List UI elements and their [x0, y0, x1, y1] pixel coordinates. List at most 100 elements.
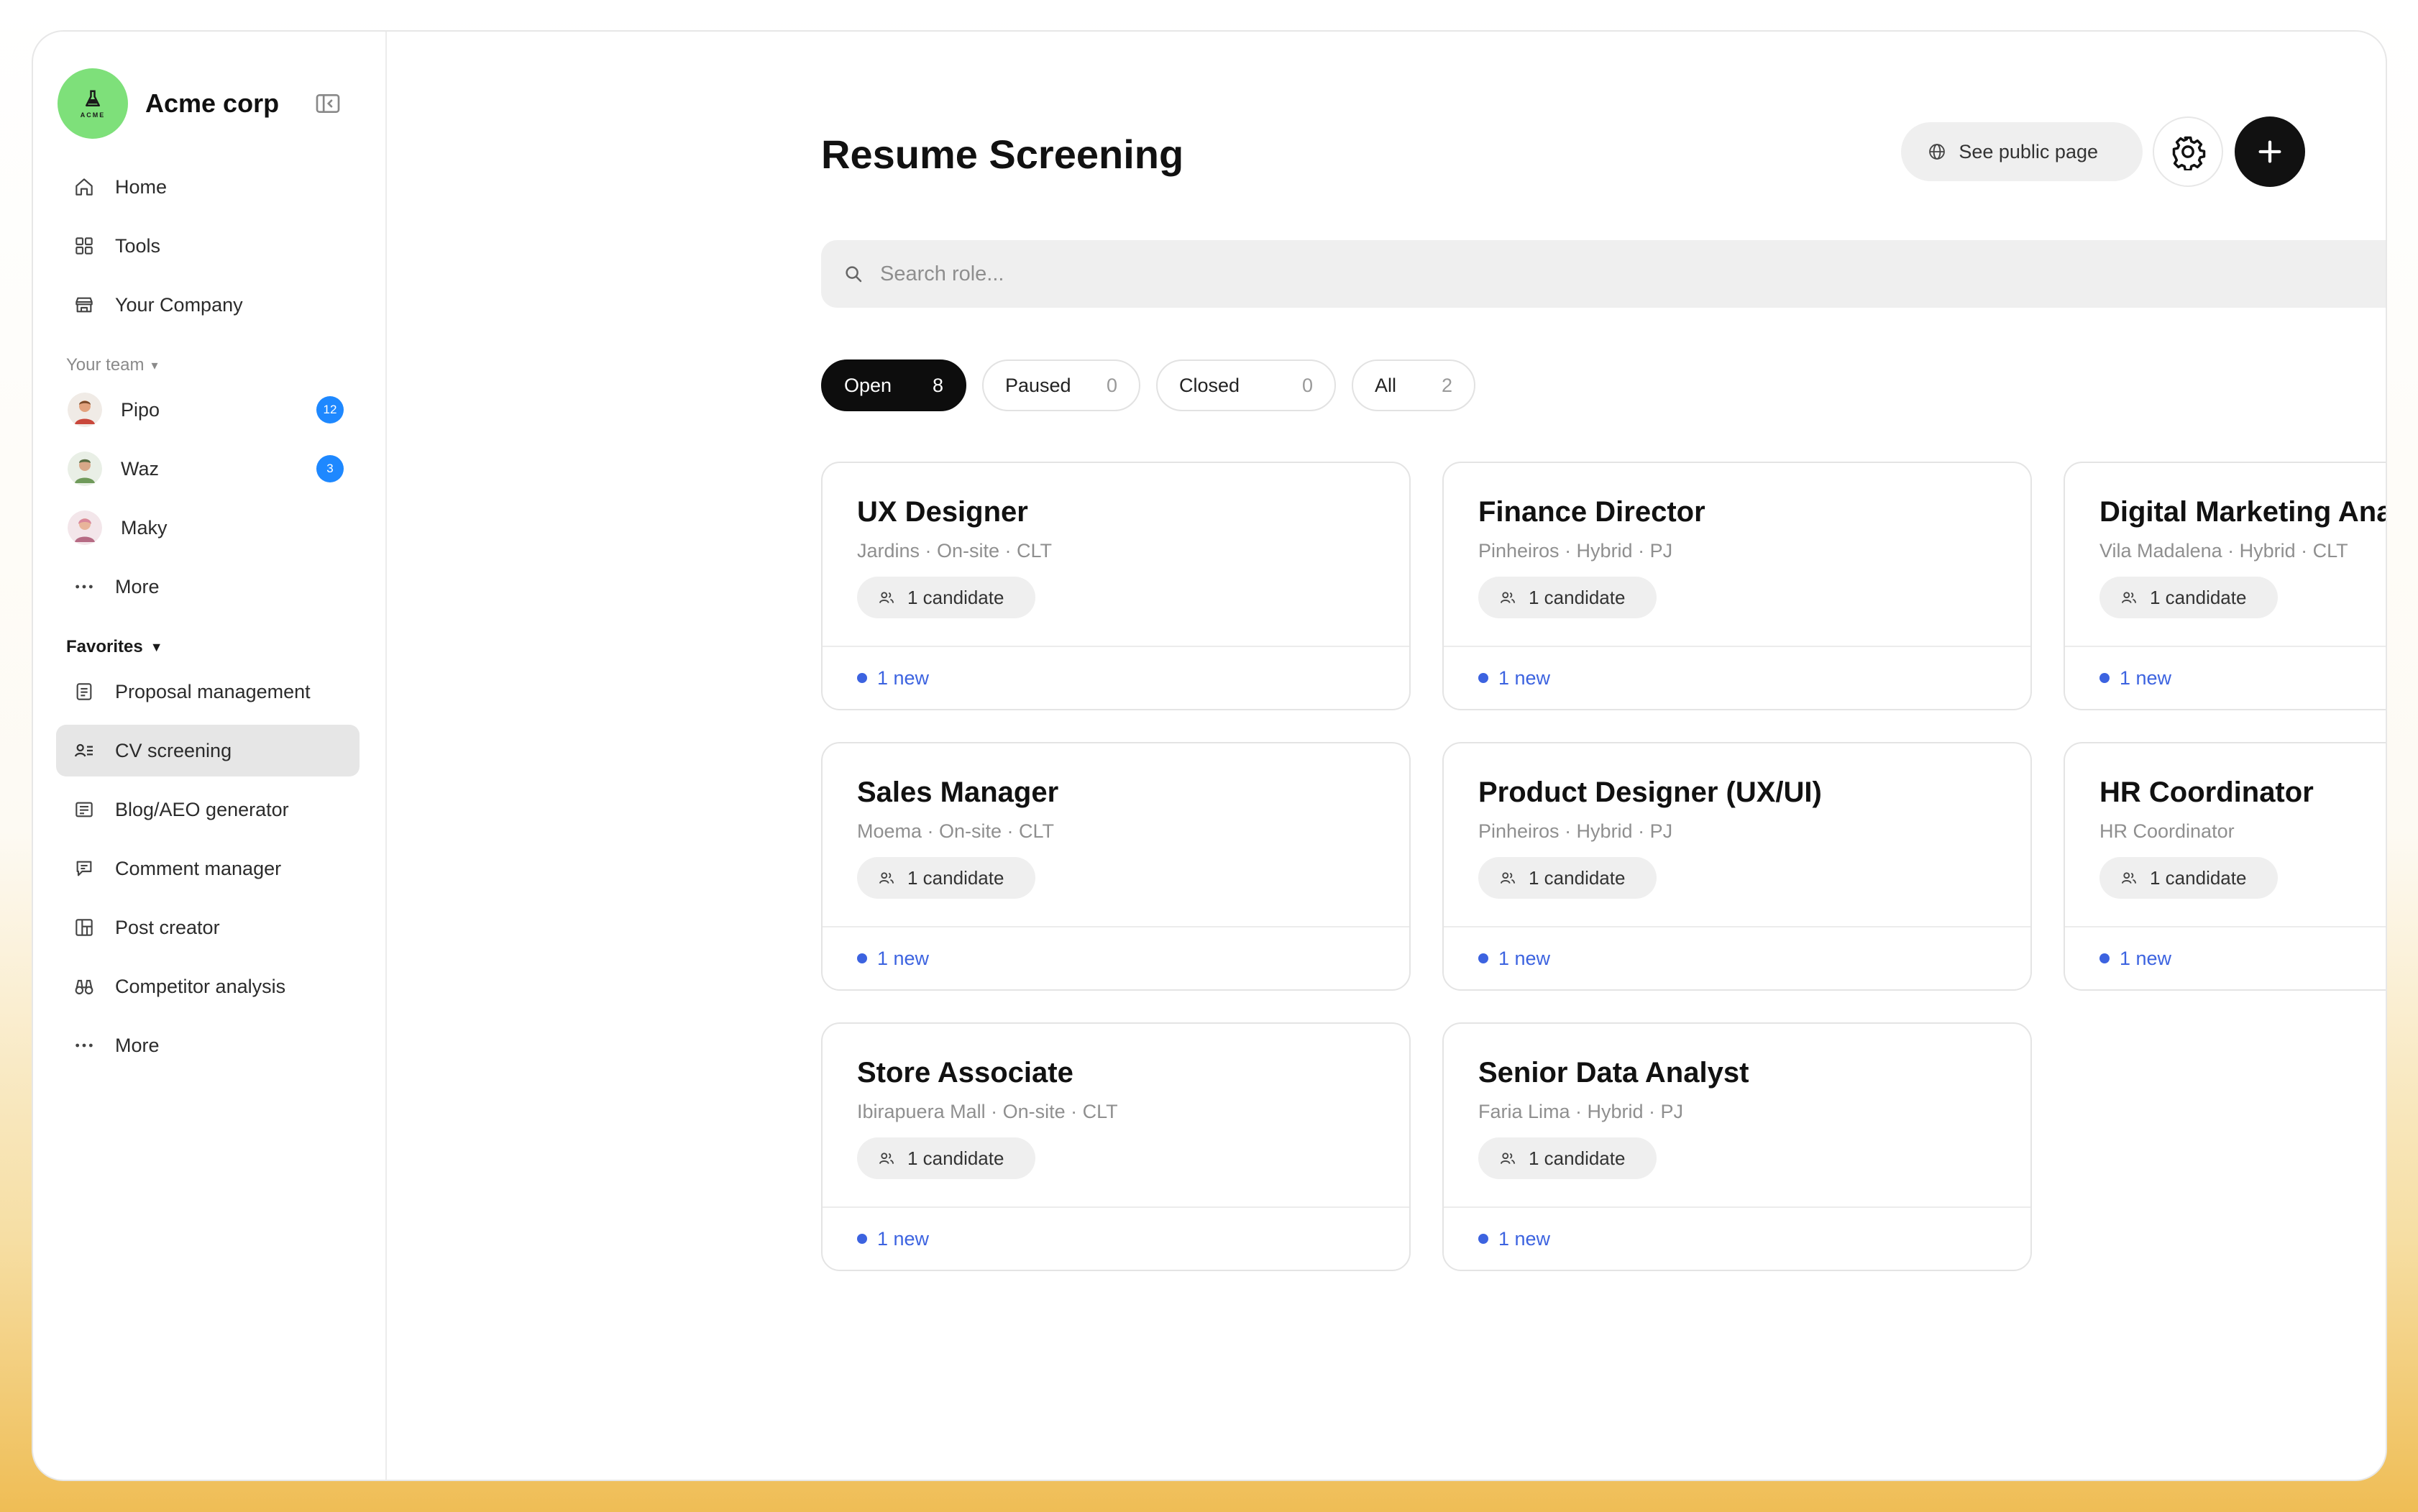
team-more-label: More	[115, 575, 160, 597]
filter-all[interactable]: All 2	[1352, 359, 1475, 411]
new-indicator-dot	[2099, 673, 2110, 683]
candidates-chip[interactable]: 1 candidate	[2099, 857, 2279, 899]
candidates-chip[interactable]: 1 candidate	[1478, 857, 1657, 899]
favorites-section-title[interactable]: Favorites ▼	[66, 637, 362, 657]
collapse-sidebar-button[interactable]	[313, 89, 342, 118]
new-indicator-dot	[1478, 1234, 1488, 1244]
candidates-chip[interactable]: 1 candidate	[1478, 1137, 1657, 1179]
job-subtitle: Jardins · On-site · CLT	[857, 540, 1053, 562]
new-count: 1 new	[877, 666, 930, 689]
users-icon	[1500, 1153, 1516, 1164]
job-card[interactable]: Store Associate Ibirapuera Mall · On-sit…	[821, 1022, 1411, 1271]
filter-open[interactable]: Open 8	[821, 359, 966, 411]
job-card[interactable]: Senior Data Analyst Faria Lima · Hybrid …	[1442, 1022, 2032, 1271]
job-card[interactable]: Digital Marketing Analyst Vila Madalena …	[2064, 462, 2386, 710]
job-card[interactable]: UX Designer Jardins · On-site · CLT 1 ca…	[821, 462, 1411, 710]
app-window: ACME Acme corp Home Tools Your Company Y…	[32, 30, 2387, 1481]
nav-item-your-company[interactable]: Your Company	[56, 279, 360, 331]
job-card[interactable]: Sales Manager Moema · On-site · CLT 1 ca…	[821, 742, 1411, 991]
users-icon	[879, 1153, 894, 1164]
avatar	[68, 510, 102, 545]
filter-paused[interactable]: Paused 0	[982, 359, 1140, 411]
favorites-more-button[interactable]: More	[56, 1020, 360, 1071]
job-subtitle: Pinheiros · Hybrid · PJ	[1478, 540, 1673, 562]
favorite-label: Comment manager	[115, 857, 282, 879]
candidates-chip[interactable]: 1 candidate	[2099, 577, 2279, 618]
settings-button[interactable]	[2153, 116, 2223, 187]
header-actions: See public page	[1901, 116, 2305, 187]
team-more-button[interactable]: More	[56, 561, 360, 613]
filter-label: All	[1375, 374, 1397, 396]
comment-icon	[72, 856, 96, 881]
globe-icon	[1929, 144, 1946, 160]
notification-badge: 12	[316, 396, 344, 423]
job-card[interactable]: Finance Director Pinheiros · Hybrid · PJ…	[1442, 462, 2032, 710]
favorites-more-label: More	[115, 1034, 160, 1056]
favorite-label: Post creator	[115, 916, 220, 938]
team-member-maky[interactable]: Maky	[56, 502, 360, 554]
sidebar-collapse-icon	[316, 94, 340, 113]
new-count: 1 new	[1498, 947, 1551, 969]
new-count: 1 new	[1498, 666, 1551, 689]
chevron-down-icon: ▾	[151, 357, 158, 372]
home-icon	[72, 175, 96, 199]
job-card[interactable]: HR Coordinator HR Coordinator 1 candidat…	[2064, 742, 2386, 991]
favorite-cv-screening[interactable]: CV screening	[56, 725, 360, 776]
job-title: Finance Director	[1478, 496, 1705, 528]
flask-icon	[86, 90, 100, 106]
candidates-chip[interactable]: 1 candidate	[857, 577, 1036, 618]
nav-item-home[interactable]: Home	[56, 161, 360, 213]
layout-icon	[72, 915, 96, 940]
users-icon	[2121, 592, 2137, 603]
job-card-grid: UX Designer Jardins · On-site · CLT 1 ca…	[821, 462, 2386, 1271]
candidates-count: 1 candidate	[1529, 1147, 1626, 1169]
grid-icon	[72, 234, 96, 258]
filter-label: Closed	[1179, 374, 1240, 396]
filter-closed[interactable]: Closed 0	[1156, 359, 1336, 411]
gear-icon	[2172, 136, 2206, 170]
plus-icon	[2258, 140, 2281, 163]
filter-count: 8	[932, 374, 943, 396]
job-title: Sales Manager	[857, 776, 1059, 808]
nav-item-label: Your Company	[115, 293, 243, 316]
favorite-comment-manager[interactable]: Comment manager	[56, 843, 360, 894]
users-icon	[1500, 872, 1516, 884]
article-icon	[72, 797, 96, 822]
favorite-proposal-management[interactable]: Proposal management	[56, 666, 360, 718]
caret-down-icon: ▼	[150, 639, 163, 654]
store-icon	[72, 293, 96, 317]
team-section-title[interactable]: Your team ▾	[66, 355, 362, 375]
search-input[interactable]	[880, 262, 2386, 286]
team-member-pipo[interactable]: Pipo 12	[56, 384, 360, 436]
favorite-blog-aeo-generator[interactable]: Blog/AEO generator	[56, 784, 360, 835]
candidates-count: 1 candidate	[2150, 866, 2247, 889]
team-member-name: Maky	[121, 516, 168, 539]
candidates-count: 1 candidate	[2150, 586, 2247, 608]
candidates-chip[interactable]: 1 candidate	[857, 857, 1036, 899]
nav-item-label: Tools	[115, 234, 161, 257]
candidates-count: 1 candidate	[907, 1147, 1004, 1169]
new-indicator-dot	[857, 1234, 867, 1244]
avatar	[68, 452, 102, 486]
team-member-name: Waz	[121, 457, 159, 480]
new-count: 1 new	[1498, 1227, 1551, 1250]
filter-label: Open	[844, 374, 892, 396]
job-card[interactable]: Product Designer (UX/UI) Pinheiros · Hyb…	[1442, 742, 2032, 991]
favorite-post-creator[interactable]: Post creator	[56, 902, 360, 953]
main-nav: Home Tools Your Company	[56, 161, 362, 331]
add-role-button[interactable]	[2235, 116, 2305, 187]
candidates-chip[interactable]: 1 candidate	[1478, 577, 1657, 618]
see-public-page-button[interactable]: See public page	[1901, 122, 2143, 181]
team-member-waz[interactable]: Waz 3	[56, 443, 360, 495]
job-title: HR Coordinator	[2099, 776, 2314, 808]
new-indicator-dot	[2099, 953, 2110, 963]
nav-item-tools[interactable]: Tools	[56, 220, 360, 272]
candidates-count: 1 candidate	[907, 586, 1004, 608]
candidates-chip[interactable]: 1 candidate	[857, 1137, 1036, 1179]
brand-name: Acme corp	[145, 88, 280, 118]
new-indicator-dot	[857, 673, 867, 683]
favorite-competitor-analysis[interactable]: Competitor analysis	[56, 961, 360, 1012]
users-icon	[2121, 872, 2137, 884]
brand-logo[interactable]: ACME	[58, 68, 128, 139]
nav-item-label: Home	[115, 175, 168, 198]
